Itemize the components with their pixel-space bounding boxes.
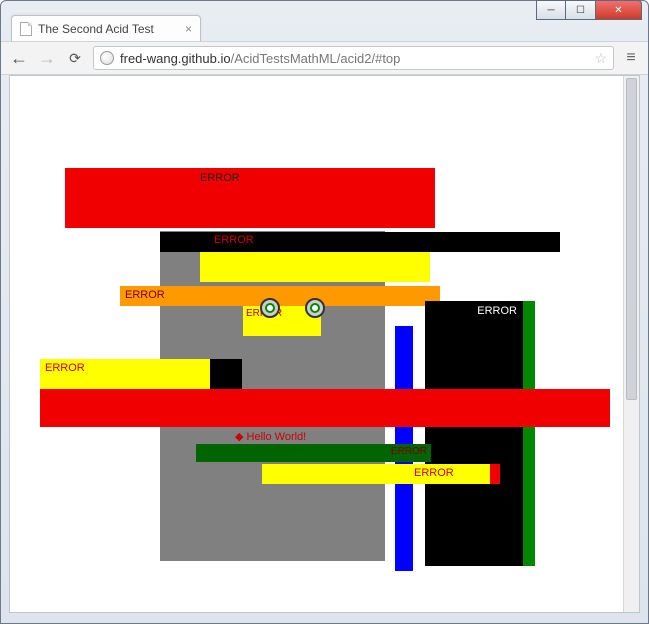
url-text: fred-wang.github.io/AcidTestsMathML/acid… [120, 51, 400, 66]
minimize-button[interactable]: ─ [536, 0, 566, 20]
forward-button[interactable]: → [37, 49, 57, 67]
darkgreen-bar: ERROR [196, 444, 431, 462]
red-bar-top: ERROR [65, 168, 435, 228]
scrollbar-thumb[interactable] [626, 78, 637, 400]
eye-right [305, 298, 325, 318]
error-label: ERROR [200, 172, 240, 184]
black-small-block [210, 359, 242, 389]
document-icon [20, 22, 32, 36]
hello-world-label: Hello World! [247, 431, 307, 443]
error-label: ERROR [391, 446, 427, 457]
pupil-ring [265, 303, 275, 313]
black-panel-right: ERROR [425, 301, 523, 566]
menu-icon[interactable]: ≡ [622, 49, 640, 67]
maximize-button[interactable]: ☐ [566, 0, 596, 20]
url-host: fred-wang.github.io [120, 51, 231, 66]
pupil-ring [310, 303, 320, 313]
error-label: ERROR [414, 467, 454, 479]
yellow-bar-1 [200, 252, 430, 282]
tab-active[interactable]: The Second Acid Test × [11, 15, 201, 41]
orange-bar: ERROR [120, 286, 440, 306]
url-path: /AcidTestsMathML/acid2/#top [231, 51, 401, 66]
error-label: ERROR [125, 289, 165, 301]
error-label: ERROR [477, 305, 517, 317]
diamond-icon: ◆ [235, 431, 247, 443]
toolbar: ← → ⟳ fred-wang.github.io/AcidTestsMathM… [1, 41, 648, 75]
page-canvas: ERROR ERROR ERROR ERROR [10, 76, 639, 612]
vertical-scrollbar[interactable] [623, 76, 639, 612]
tab-title: The Second Acid Test [38, 22, 154, 36]
bookmark-star-icon[interactable]: ☆ [594, 50, 607, 67]
yellow-bar-lower: ERROR [262, 464, 490, 484]
globe-icon [100, 51, 114, 65]
window-buttons: ─ ☐ ✕ [536, 0, 642, 20]
statusbar [1, 615, 648, 623]
address-bar[interactable]: fred-wang.github.io/AcidTestsMathML/acid… [93, 46, 614, 70]
error-label: ERROR [214, 234, 254, 246]
red-bar-wide [40, 389, 610, 427]
eye-left [260, 298, 280, 318]
red-tip [490, 464, 500, 484]
back-button[interactable]: ← [9, 49, 29, 67]
reload-button[interactable]: ⟳ [65, 51, 85, 65]
page-viewport: ERROR ERROR ERROR ERROR [9, 75, 640, 613]
error-label: ERROR [45, 362, 85, 374]
hello-world-text: ◆ Hello World! [235, 430, 306, 443]
tab-close-icon[interactable]: × [185, 23, 192, 35]
browser-window: ─ ☐ ✕ The Second Acid Test × ← → ⟳ fred-… [0, 0, 649, 624]
close-button[interactable]: ✕ [596, 0, 642, 20]
